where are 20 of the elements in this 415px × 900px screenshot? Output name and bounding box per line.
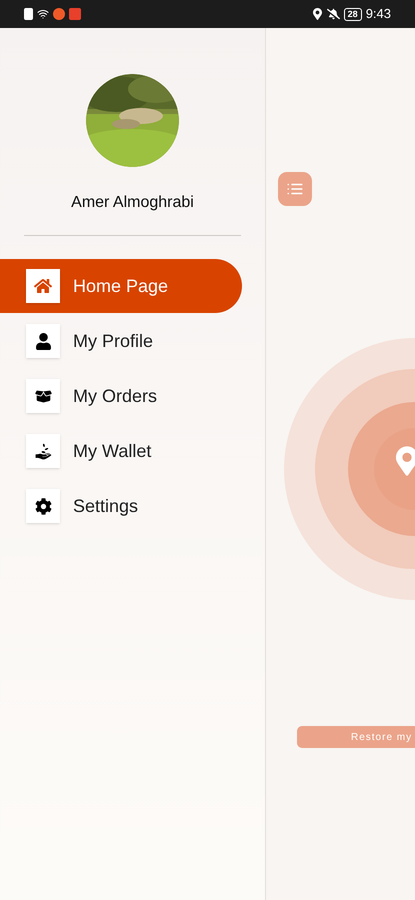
user-name: Amer Almoghrabi [70,193,195,213]
location-pin-icon [396,446,415,476]
menu-item[interactable]: My Wallet [0,424,242,478]
box-icon [34,388,52,404]
menu-item[interactable]: My Orders [0,369,242,423]
sim-icon [24,8,33,20]
menu-button[interactable] [278,172,312,206]
menu-item[interactable]: Settings [0,479,242,533]
location-icon [312,8,323,20]
menu-item[interactable]: My Profile [0,314,242,368]
person-icon [34,332,52,350]
battery-level: 28 [344,8,362,20]
bell-off-icon [326,8,340,20]
menu-item[interactable]: Home Page [0,259,242,313]
settings-icon [34,498,52,514]
home-icon [34,277,52,295]
app-notification-icon [53,8,65,20]
clock: 9:43 [366,5,391,24]
app-notification-icon [69,8,81,20]
hand-coins-icon [34,442,52,460]
